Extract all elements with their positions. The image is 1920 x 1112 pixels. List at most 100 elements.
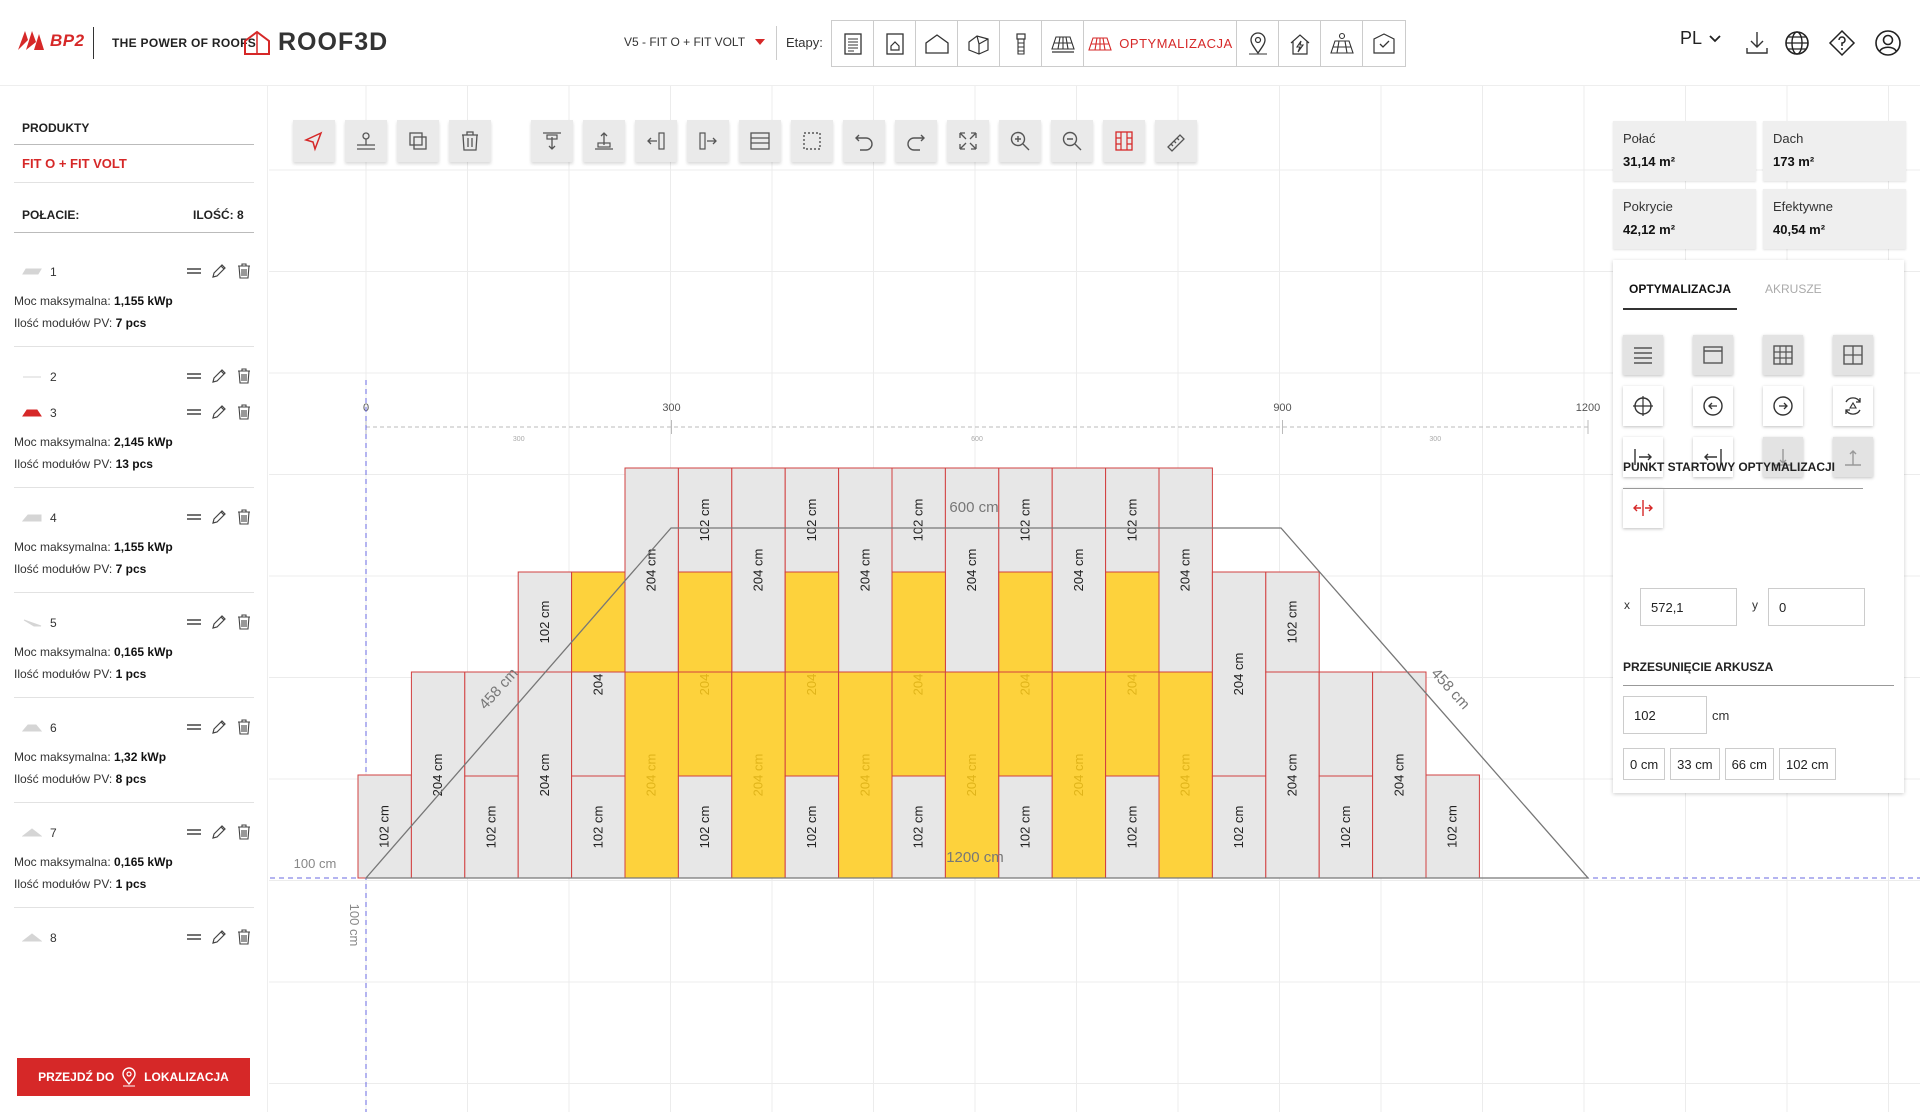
stage-lightning-roof[interactable]	[1279, 21, 1321, 66]
roof-number: 7	[50, 826, 57, 840]
shift-right-button[interactable]	[1763, 386, 1803, 426]
sheet-length-label: 102 cm	[804, 499, 819, 542]
help-icon[interactable]	[1827, 28, 1857, 58]
pointer-tool[interactable]	[293, 120, 335, 162]
trash-icon[interactable]	[234, 927, 254, 947]
layout-rows-button[interactable]	[1623, 335, 1663, 375]
sheet-row-tool[interactable]	[739, 120, 781, 162]
select-area-tool[interactable]	[791, 120, 833, 162]
zoom-out-tool[interactable]	[1051, 120, 1093, 162]
sheet-length-label: 102 cm	[537, 601, 552, 644]
fit-view-tool[interactable]	[947, 120, 989, 162]
edit-icon[interactable]	[209, 822, 229, 842]
stat-effective: Efektywne 40,54 m²	[1763, 189, 1906, 249]
trash-icon[interactable]	[234, 507, 254, 527]
trash-icon[interactable]	[234, 261, 254, 281]
align-right-tool[interactable]	[687, 120, 729, 162]
drag-handle-icon[interactable]	[184, 612, 204, 632]
shift-left-button[interactable]	[1693, 386, 1733, 426]
redo-tool[interactable]	[895, 120, 937, 162]
stage-document[interactable]	[832, 21, 874, 66]
bp2-logo[interactable]: BP2	[16, 28, 85, 54]
download-icon[interactable]	[1742, 28, 1772, 58]
align-top-tool[interactable]	[531, 120, 573, 162]
stage-shield-house[interactable]	[1363, 21, 1405, 66]
stage-house-3d[interactable]	[958, 21, 1000, 66]
drag-handle-icon[interactable]	[184, 261, 204, 281]
sheet-shift-input[interactable]	[1623, 696, 1707, 734]
roof-list-item[interactable]: 1 Moc maksymalna: 1,155 kWp Ilość modułó…	[0, 254, 268, 359]
ruler-tool[interactable]	[1155, 120, 1197, 162]
trash-tool[interactable]	[449, 120, 491, 162]
roof-power-row: Moc maksymalna: 2,145 kWp	[14, 431, 254, 453]
x-coordinate-input[interactable]	[1640, 588, 1737, 626]
drag-handle-icon[interactable]	[184, 507, 204, 527]
stage-chimney[interactable]	[1000, 21, 1042, 66]
edit-icon[interactable]	[209, 717, 229, 737]
language-selector[interactable]: PL	[1680, 28, 1722, 49]
tab-sheets[interactable]: AKRUSZE	[1765, 282, 1822, 310]
variant-dropdown[interactable]: V5 - FIT O + FIT VOLT	[624, 35, 766, 49]
roof-list-item[interactable]: 8	[0, 920, 268, 956]
zoom-in-tool[interactable]	[999, 120, 1041, 162]
align-left-tool[interactable]	[635, 120, 677, 162]
edit-icon[interactable]	[209, 402, 229, 422]
roof-list-item[interactable]: 6 Moc maksymalna: 1,32 kWp Ilość modułów…	[0, 710, 268, 815]
roof-list-item[interactable]: 7 Moc maksymalna: 0,165 kWp Ilość modułó…	[0, 815, 268, 920]
roof-list-item[interactable]: 5 Moc maksymalna: 0,165 kWp Ilość modułó…	[0, 605, 268, 710]
shift-preset-102[interactable]: 102 cm	[1778, 748, 1836, 780]
globe-icon[interactable]	[1782, 28, 1812, 58]
trash-icon[interactable]	[234, 612, 254, 632]
stage-roof-outline[interactable]	[916, 21, 958, 66]
stage-solar-roof[interactable]	[1042, 21, 1084, 66]
shift-preset-0[interactable]: 0 cm	[1623, 748, 1666, 780]
edit-icon[interactable]	[209, 612, 229, 632]
frame-icon	[1703, 346, 1723, 364]
grid-icon	[1773, 345, 1793, 365]
move-point-tool[interactable]	[345, 120, 387, 162]
center-button[interactable]	[1623, 386, 1663, 426]
roof3d-logo[interactable]: ROOF3D	[242, 28, 388, 57]
roofs-count: ILOŚĆ: 8	[193, 208, 244, 222]
align-top-button[interactable]	[1833, 437, 1873, 477]
edit-icon[interactable]	[209, 366, 229, 386]
drag-handle-icon[interactable]	[184, 822, 204, 842]
drag-handle-icon[interactable]	[184, 927, 204, 947]
edit-icon[interactable]	[209, 507, 229, 527]
drag-handle-icon[interactable]	[184, 366, 204, 386]
edit-icon[interactable]	[209, 927, 229, 947]
align-bottom-tool[interactable]	[583, 120, 625, 162]
tab-optimization[interactable]: OPTYMALIZACJA	[1623, 282, 1737, 310]
product-name[interactable]: FIT O + FIT VOLT	[22, 156, 127, 171]
go-to-location-button[interactable]: PRZEJDŹ DO LOKALIZACJA	[17, 1058, 250, 1096]
roof-list-item[interactable]: 4 Moc maksymalna: 1,155 kWp Ilość modułó…	[0, 500, 268, 605]
rotate-button[interactable]	[1833, 386, 1873, 426]
user-icon[interactable]	[1873, 28, 1903, 58]
y-coordinate-input[interactable]	[1768, 588, 1865, 626]
spread-button[interactable]	[1623, 488, 1663, 528]
shift-preset-66[interactable]: 66 cm	[1724, 748, 1774, 780]
power-label: Moc maksymalna:	[14, 435, 111, 449]
trash-icon[interactable]	[234, 717, 254, 737]
drag-handle-icon[interactable]	[184, 717, 204, 737]
undo-tool[interactable]	[843, 120, 885, 162]
trash-icon[interactable]	[234, 402, 254, 422]
stage-solar-panel[interactable]	[1321, 21, 1363, 66]
stage-optimization[interactable]: OPTYMALIZACJA	[1084, 21, 1237, 66]
drag-handle-icon[interactable]	[184, 402, 204, 422]
copy-tool[interactable]	[397, 120, 439, 162]
roof-list-item[interactable]: 2	[0, 359, 268, 395]
trash-icon[interactable]	[234, 366, 254, 386]
sheet-layout-tool[interactable]	[1103, 120, 1145, 162]
layout-frame-button[interactable]	[1693, 335, 1733, 375]
stat-label: Połać	[1623, 131, 1656, 146]
edit-icon[interactable]	[209, 261, 229, 281]
trash-icon[interactable]	[234, 822, 254, 842]
stage-location[interactable]	[1237, 21, 1279, 66]
layout-grid-button[interactable]	[1763, 335, 1803, 375]
stage-house-doc[interactable]	[874, 21, 916, 66]
shift-preset-33[interactable]: 33 cm	[1670, 748, 1720, 780]
roof-list-item[interactable]: 3 Moc maksymalna: 2,145 kWp Ilość modułó…	[0, 395, 268, 500]
modules-value: 1 pcs	[115, 667, 147, 681]
layout-quad-button[interactable]	[1833, 335, 1873, 375]
